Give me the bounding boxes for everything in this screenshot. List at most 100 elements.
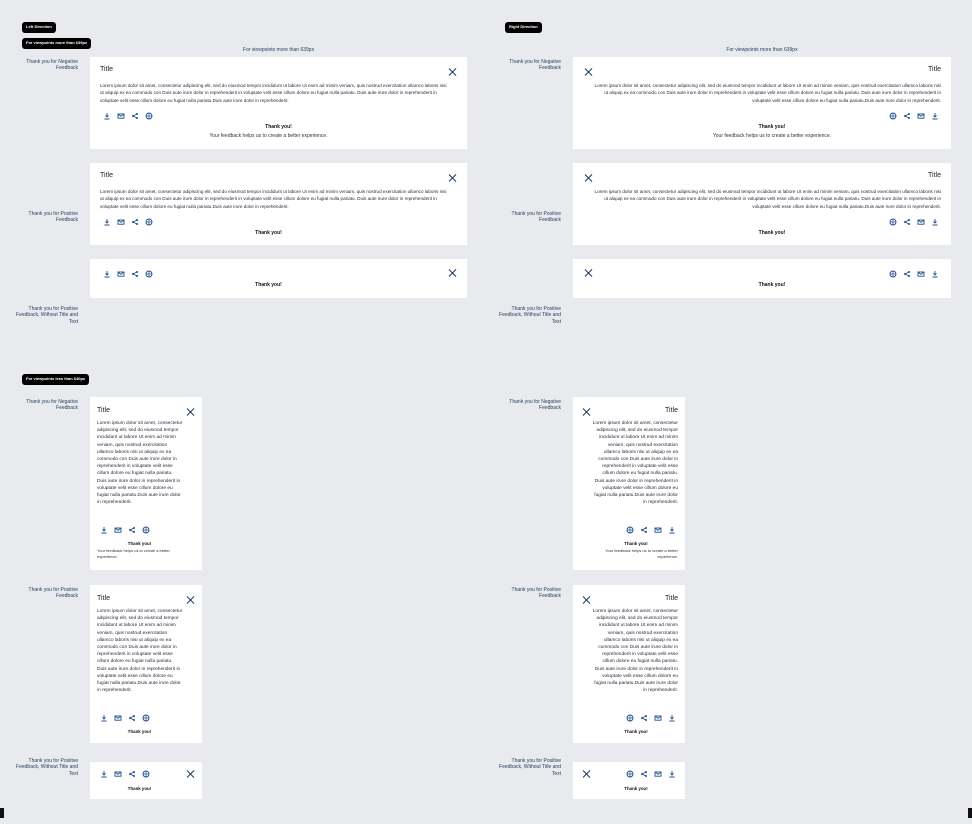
download-icon[interactable] — [103, 112, 111, 120]
action-icons — [889, 218, 939, 226]
share-icon[interactable] — [131, 270, 139, 278]
card-title: Title — [665, 407, 678, 414]
close-icon[interactable] — [582, 770, 590, 778]
feedback-line: Your feedback helps us to create a bette… — [209, 133, 328, 139]
download-icon[interactable] — [103, 270, 111, 278]
share-icon[interactable] — [640, 770, 648, 778]
thank-you-text: Thank you! — [624, 541, 648, 546]
print-icon[interactable] — [626, 526, 634, 534]
mail-icon[interactable] — [117, 270, 125, 278]
mobile-card-compact: Thank you! — [90, 762, 202, 799]
download-icon[interactable] — [668, 714, 676, 722]
close-icon[interactable] — [582, 408, 590, 416]
card-title: Title — [97, 407, 110, 414]
label-negative: Thank you for Negative Feedback — [26, 59, 78, 72]
close-icon[interactable] — [186, 408, 194, 416]
mobile-card-negative: Title Lorem ipsum dolor sit amet, consec… — [90, 397, 202, 570]
print-icon[interactable] — [145, 270, 153, 278]
mail-icon[interactable] — [117, 218, 125, 226]
mail-icon[interactable] — [654, 526, 662, 534]
mail-icon[interactable] — [917, 112, 925, 120]
share-icon[interactable] — [640, 526, 648, 534]
thank-you-text: Thank you! — [255, 282, 282, 288]
share-icon[interactable] — [640, 714, 648, 722]
download-icon[interactable] — [100, 770, 108, 778]
print-icon[interactable] — [142, 526, 150, 534]
print-icon[interactable] — [145, 112, 153, 120]
print-icon[interactable] — [145, 218, 153, 226]
action-icons — [626, 770, 676, 778]
thank-you-text: Thank you! — [127, 541, 152, 546]
action-icons — [100, 526, 150, 534]
card-body: Lorem ipsum dolor sit amet, consectetur … — [97, 609, 183, 694]
thank-you-text: Thank you! — [127, 786, 152, 791]
download-icon[interactable] — [103, 218, 111, 226]
action-icons — [100, 714, 150, 722]
print-icon[interactable] — [626, 770, 634, 778]
print-icon[interactable] — [626, 714, 634, 722]
feedback-line: Your feedback helps us to create a bette… — [97, 548, 170, 559]
action-icons — [103, 218, 153, 226]
close-icon[interactable] — [186, 770, 194, 778]
label-positive-no-title: Thank you for Positive Feedback, Without… — [499, 306, 561, 325]
feedback-line: Your feedback helps us to create a bette… — [712, 133, 832, 139]
share-icon[interactable] — [128, 770, 136, 778]
mail-icon[interactable] — [917, 270, 925, 278]
mail-icon[interactable] — [654, 714, 662, 722]
label-positive-no-title: Thank you for Positive Feedback, Without… — [16, 758, 78, 777]
print-icon[interactable] — [142, 770, 150, 778]
print-icon[interactable] — [889, 270, 897, 278]
label-positive: Thank you for Positive Feedback — [28, 211, 78, 224]
share-icon[interactable] — [128, 526, 136, 534]
feedback-card-negative: Title Lorem ipsum dolor sit amet, consec… — [90, 57, 467, 149]
print-icon[interactable] — [889, 218, 897, 226]
download-icon[interactable] — [931, 218, 939, 226]
card-title: Title — [928, 66, 941, 73]
label-positive-no-title: Thank you for Positive Feedback, Without… — [16, 306, 78, 325]
close-icon[interactable] — [582, 596, 590, 604]
mail-icon[interactable] — [114, 526, 122, 534]
mail-icon[interactable] — [654, 770, 662, 778]
share-icon[interactable] — [903, 112, 911, 120]
download-icon[interactable] — [931, 112, 939, 120]
mail-icon[interactable] — [117, 112, 125, 120]
label-negative: Thank you for Negative Feedback — [509, 59, 561, 72]
close-icon[interactable] — [448, 68, 456, 76]
download-icon[interactable] — [668, 526, 676, 534]
download-icon[interactable] — [100, 714, 108, 722]
card-title: Title — [665, 595, 678, 602]
action-icons — [889, 270, 939, 278]
small-viewport-tag: For viewpoints less than 640px — [22, 374, 90, 385]
thank-you-text: Thank you! — [255, 230, 282, 236]
card-body: Lorem ipsum dolor sit amet, consectetur … — [97, 421, 183, 506]
close-icon[interactable] — [448, 269, 456, 277]
close-icon[interactable] — [584, 174, 592, 182]
print-icon[interactable] — [142, 714, 150, 722]
large-viewport-tag: For viewpoints more than 639px — [22, 38, 92, 49]
close-icon[interactable] — [448, 174, 456, 182]
card-body: Lorem ipsum dolor sit amet, consectetur … — [100, 189, 447, 209]
close-icon[interactable] — [584, 68, 592, 76]
mobile-card-positive-rtl: Title Lorem ipsum dolor sit amet, consec… — [573, 585, 685, 743]
mail-icon[interactable] — [114, 770, 122, 778]
action-icons — [100, 770, 150, 778]
share-icon[interactable] — [131, 112, 139, 120]
share-icon[interactable] — [131, 218, 139, 226]
label-positive: Thank you for Positive Feedback — [511, 211, 561, 224]
mail-icon[interactable] — [917, 218, 925, 226]
share-icon[interactable] — [903, 270, 911, 278]
close-icon[interactable] — [584, 269, 592, 277]
card-title: Title — [928, 172, 941, 179]
print-icon[interactable] — [889, 112, 897, 120]
card-body: Lorem ipsum dolor sit amet, consectetur … — [592, 609, 678, 694]
share-icon[interactable] — [128, 714, 136, 722]
download-icon[interactable] — [931, 270, 939, 278]
close-icon[interactable] — [186, 596, 194, 604]
action-icons — [103, 112, 153, 120]
card-body: Lorem ipsum dolor sit amet, consectetur … — [100, 83, 447, 103]
feedback-card-negative-rtl: Title Lorem ipsum dolor sit amet, consec… — [573, 57, 951, 149]
share-icon[interactable] — [903, 218, 911, 226]
mail-icon[interactable] — [114, 714, 122, 722]
download-icon[interactable] — [100, 526, 108, 534]
download-icon[interactable] — [668, 770, 676, 778]
